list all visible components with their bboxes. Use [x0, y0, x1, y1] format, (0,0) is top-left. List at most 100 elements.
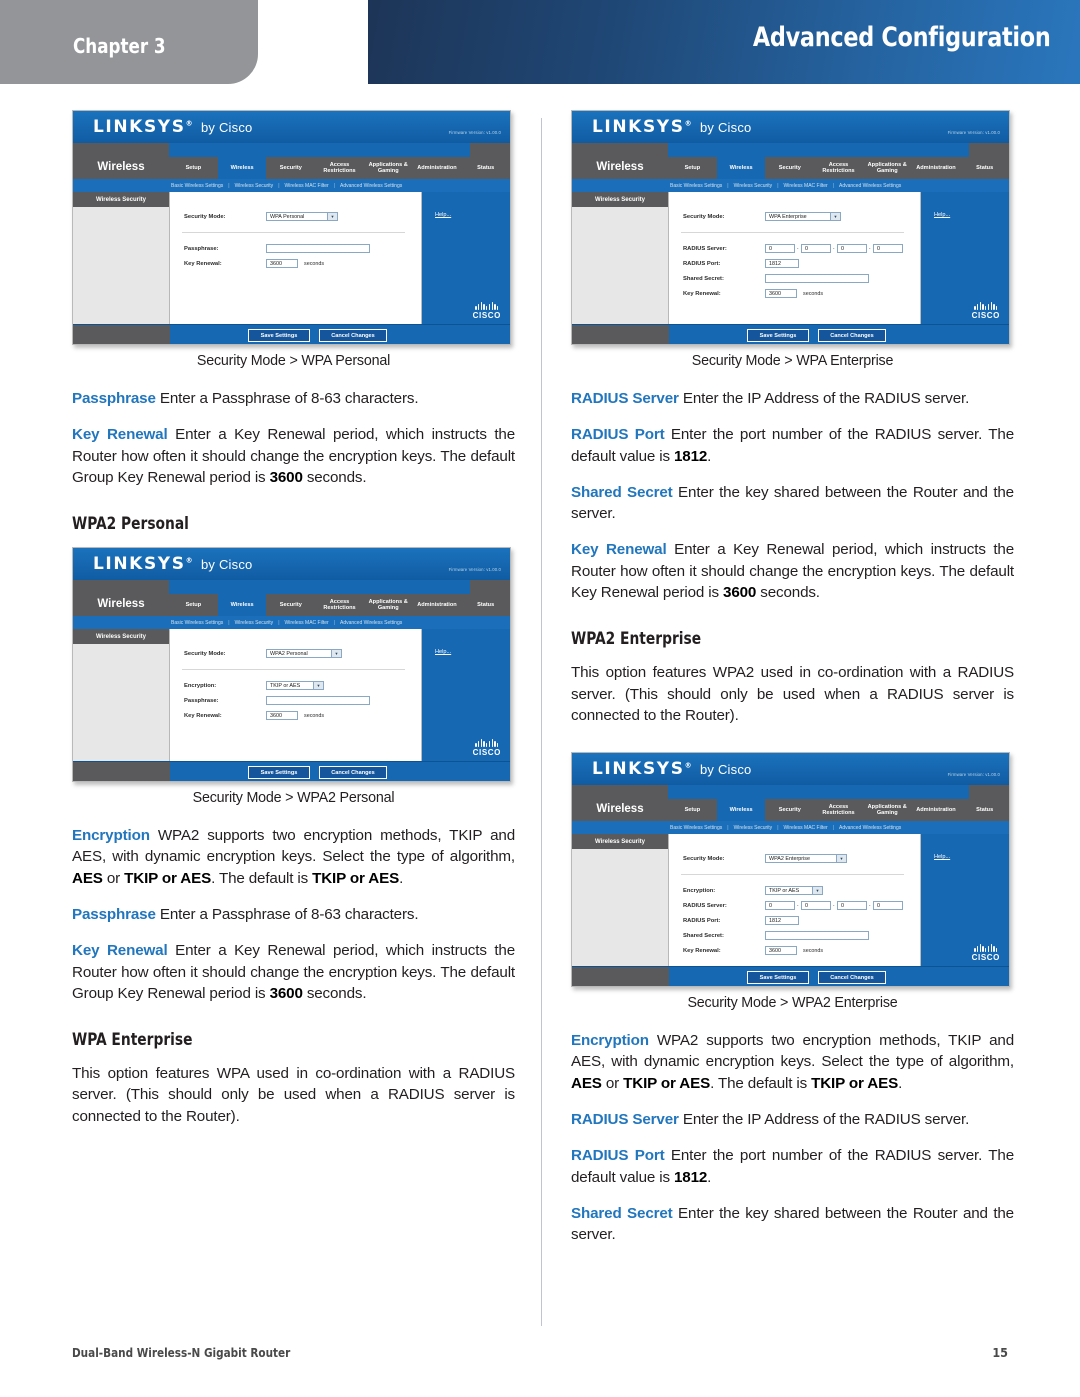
cancel-changes-button[interactable]: Cancel Changes [818, 971, 886, 985]
tab-security[interactable]: Security [765, 157, 814, 179]
tab-access-restrictions[interactable]: Access Restrictions [814, 157, 863, 179]
tab-wireless[interactable]: Wireless [217, 157, 267, 179]
input-radius-server-octet-3[interactable]: 0 [837, 901, 867, 911]
tab-status[interactable]: Status [461, 157, 510, 179]
tab-access-restrictions[interactable]: Access Restrictions [315, 594, 364, 616]
right-column: LINKSYS® by Cisco Firmware Version: v1.0… [571, 110, 1014, 1260]
help-link[interactable]: Help... [435, 212, 451, 218]
subnav-wireless-security[interactable]: Wireless Security [235, 183, 274, 189]
subnav-basic-wireless-settings[interactable]: Basic Wireless Settings [670, 825, 722, 831]
chevron-down-icon[interactable]: ▼ [327, 213, 337, 220]
tab-wireless[interactable]: Wireless [217, 594, 267, 617]
input-radius-server-octet-4[interactable]: 0 [873, 901, 903, 911]
input-radius-server-octet-4[interactable]: 0 [873, 244, 903, 253]
subnav-wireless-mac-filter[interactable]: Wireless MAC Filter [285, 620, 329, 626]
input-key-renewal[interactable]: 3600 [765, 946, 797, 956]
cancel-changes-button[interactable]: Cancel Changes [319, 766, 387, 780]
side-title-wireless-security: Wireless Security [572, 192, 668, 207]
select-security-mode[interactable]: WPA Enterprise ▼ [765, 212, 841, 221]
value-3600: 3600 [723, 583, 757, 601]
chevron-down-icon[interactable]: ▼ [830, 213, 840, 220]
save-settings-button[interactable]: Save Settings [248, 766, 310, 780]
tab-access-restrictions[interactable]: Access Restrictions [315, 157, 364, 179]
save-settings-button[interactable]: Save Settings [248, 329, 310, 342]
input-radius-server-octet-1[interactable]: 0 [765, 244, 795, 253]
chapter-label: Chapter 3 [73, 34, 166, 58]
tab-security[interactable]: Security [266, 594, 315, 616]
router-brand-bar: LINKSYS® by Cisco Firmware Version: v1.0… [73, 548, 510, 581]
select-security-mode[interactable]: WPA Personal ▼ [266, 212, 338, 221]
select-encryption[interactable]: TKIP or AES ▼ [765, 886, 823, 896]
select-security-mode[interactable]: WPA2 Enterprise ▼ [765, 854, 847, 864]
tab-administration[interactable]: Administration [413, 157, 462, 179]
tab-security[interactable]: Security [266, 157, 315, 179]
firmware-version: Firmware Version: v1.00.0 [947, 130, 1000, 135]
tab-applications-gaming[interactable]: Applications & Gaming [364, 594, 413, 616]
input-passphrase[interactable] [266, 696, 370, 706]
save-settings-button[interactable]: Save Settings [747, 971, 809, 985]
cisco-logo: CISCO [972, 301, 1000, 320]
tab-status[interactable]: Status [461, 594, 510, 616]
subnav-wireless-security[interactable]: Wireless Security [235, 620, 274, 626]
subnav-advanced-wireless-settings[interactable]: Advanced Wireless Settings [839, 825, 901, 831]
tab-administration[interactable]: Administration [912, 799, 961, 821]
subnav-wireless-security[interactable]: Wireless Security [734, 825, 773, 831]
input-radius-port[interactable]: 1812 [765, 916, 799, 926]
router-body: Wireless Security Security Mode: WPA Ent… [572, 192, 1009, 324]
input-shared-secret[interactable] [765, 274, 869, 283]
subnav-basic-wireless-settings[interactable]: Basic Wireless Settings [171, 620, 223, 626]
tab-applications-gaming[interactable]: Applications & Gaming [364, 157, 413, 179]
input-radius-port[interactable]: 1812 [765, 259, 799, 268]
help-link[interactable]: Help... [934, 212, 950, 218]
tab-wireless[interactable]: Wireless [716, 799, 766, 822]
value-default-tkip-or-aes: TKIP or AES [811, 1074, 899, 1092]
tab-status[interactable]: Status [960, 157, 1009, 179]
input-key-renewal[interactable]: 3600 [765, 289, 797, 298]
save-settings-button[interactable]: Save Settings [747, 329, 809, 342]
subnav-basic-wireless-settings[interactable]: Basic Wireless Settings [670, 183, 722, 189]
ip-dot: . [833, 245, 835, 251]
subnav-wireless-mac-filter[interactable]: Wireless MAC Filter [784, 825, 828, 831]
tab-applications-gaming[interactable]: Applications & Gaming [863, 157, 912, 179]
chevron-down-icon[interactable]: ▼ [313, 682, 323, 690]
router-help-column: Help... CISCO [921, 192, 1009, 324]
subnav-advanced-wireless-settings[interactable]: Advanced Wireless Settings [340, 183, 402, 189]
help-link[interactable]: Help... [435, 649, 451, 655]
help-link[interactable]: Help... [934, 854, 950, 860]
subnav-wireless-security[interactable]: Wireless Security [734, 183, 773, 189]
input-key-renewal[interactable]: 3600 [266, 259, 298, 268]
subnav-basic-wireless-settings[interactable]: Basic Wireless Settings [171, 183, 223, 189]
tab-setup[interactable]: Setup [169, 594, 218, 616]
tab-access-restrictions[interactable]: Access Restrictions [814, 799, 863, 821]
tab-wireless[interactable]: Wireless [716, 157, 766, 179]
tab-status[interactable]: Status [960, 799, 1009, 821]
input-radius-server-octet-2[interactable]: 0 [801, 244, 831, 253]
tab-setup[interactable]: Setup [668, 157, 717, 179]
chevron-down-icon[interactable]: ▼ [812, 887, 822, 895]
tab-applications-gaming[interactable]: Applications & Gaming [863, 799, 912, 821]
input-radius-server-octet-3[interactable]: 0 [837, 244, 867, 253]
subnav-advanced-wireless-settings[interactable]: Advanced Wireless Settings [340, 620, 402, 626]
tab-setup[interactable]: Setup [169, 157, 218, 179]
ip-dot: . [833, 902, 835, 909]
input-radius-server-octet-2[interactable]: 0 [801, 901, 831, 911]
tab-setup[interactable]: Setup [668, 799, 717, 821]
tab-administration[interactable]: Administration [413, 594, 462, 616]
cancel-changes-button[interactable]: Cancel Changes [319, 329, 387, 342]
select-encryption[interactable]: TKIP or AES ▼ [266, 681, 324, 691]
input-shared-secret[interactable] [765, 931, 869, 941]
subnav-advanced-wireless-settings[interactable]: Advanced Wireless Settings [839, 183, 901, 189]
input-key-renewal[interactable]: 3600 [266, 711, 298, 721]
tab-administration[interactable]: Administration [912, 157, 961, 179]
select-security-mode[interactable]: WPA2 Personal ▼ [266, 649, 342, 659]
input-radius-server-octet-1[interactable]: 0 [765, 901, 795, 911]
subnav-separator: | [832, 824, 834, 831]
chevron-down-icon[interactable]: ▼ [836, 855, 846, 863]
router-screenshot-wpa-personal: LINKSYS® by Cisco Firmware Version: v1.0… [72, 110, 511, 345]
tab-security[interactable]: Security [765, 799, 814, 821]
chevron-down-icon[interactable]: ▼ [331, 650, 341, 658]
subnav-wireless-mac-filter[interactable]: Wireless MAC Filter [784, 183, 828, 189]
input-passphrase[interactable] [266, 244, 370, 253]
cancel-changes-button[interactable]: Cancel Changes [818, 329, 886, 342]
subnav-wireless-mac-filter[interactable]: Wireless MAC Filter [285, 183, 329, 189]
